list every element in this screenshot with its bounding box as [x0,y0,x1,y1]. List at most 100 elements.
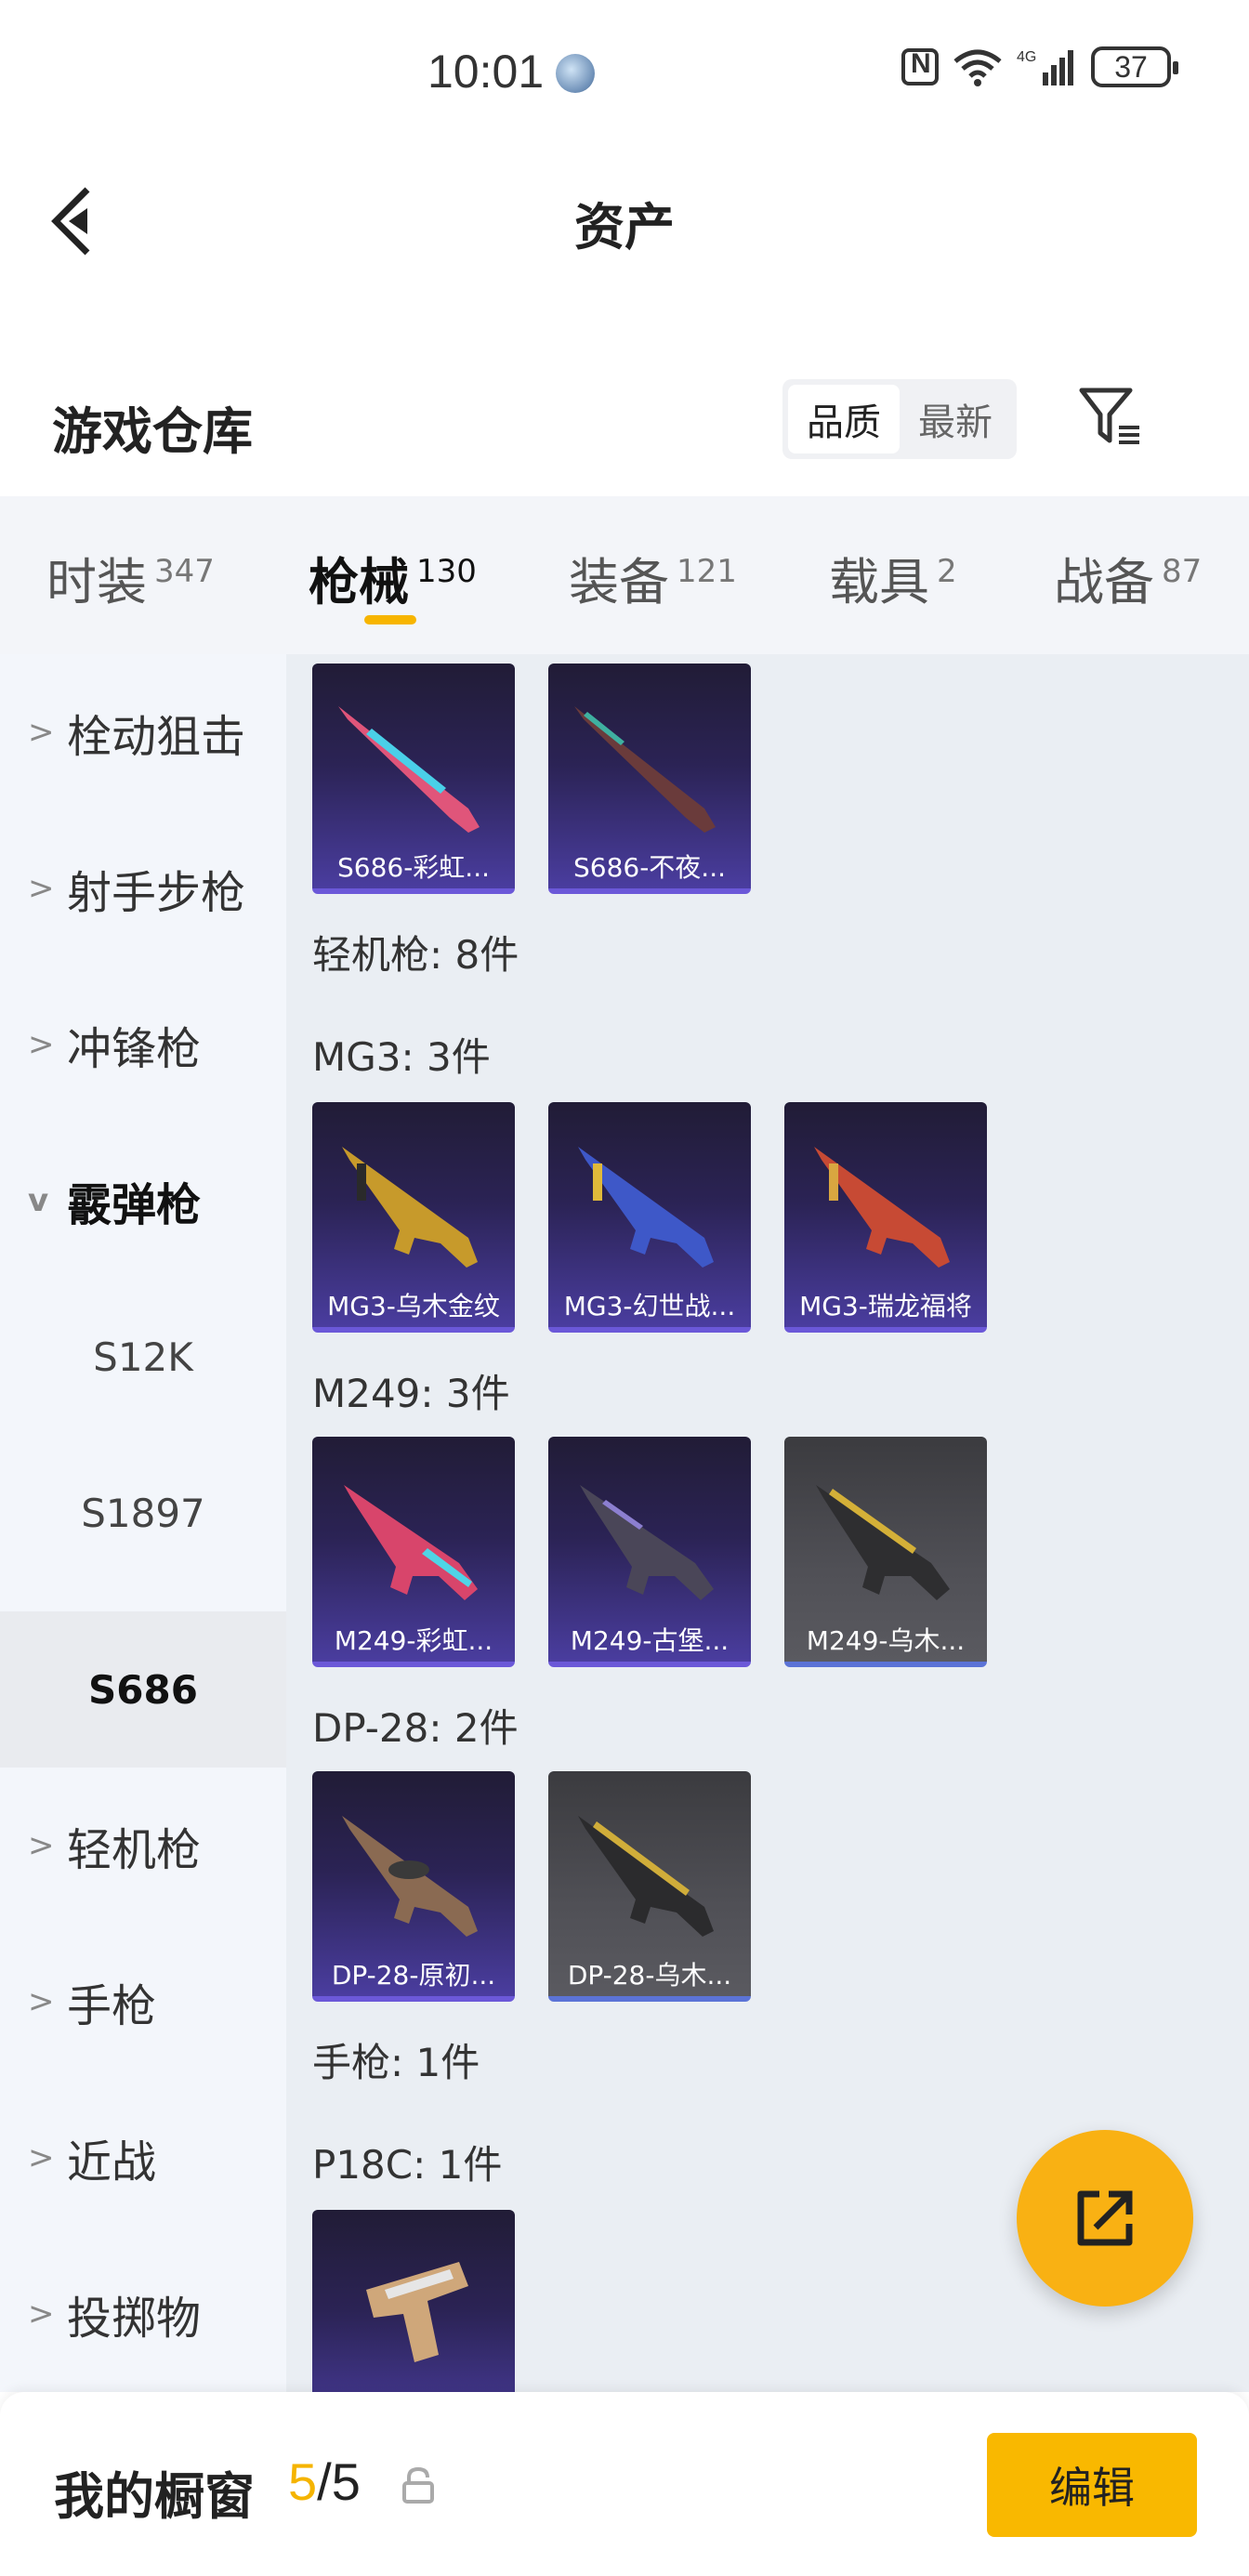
battery-icon: 37 [1091,46,1178,87]
weapon-card[interactable]: MG3-瑞龙福将 [784,1102,987,1333]
rifle-icon [580,1485,714,1600]
tab-count: 121 [677,553,737,590]
weapon-card-label: MG3-瑞龙福将 [799,1291,972,1321]
sidebar-item-bolt-action[interactable]: > 栓动狙击 [0,654,286,810]
group-label-mg3: MG3: 3件 [312,1034,491,1080]
tab-count: 130 [416,553,477,590]
group-label-dp28: DP-28: 2件 [312,1705,519,1751]
sidebar-item-label: 霰弹枪 [67,1179,202,1231]
tab-count: 2 [937,553,957,590]
sidebar-item-shotgun[interactable]: v 霰弹枪 [0,1123,286,1279]
network-type-label: 4G [1017,49,1036,65]
sidebar-item-label: 投掷物 [67,2293,202,2345]
wifi-icon [953,49,1002,86]
tab-label: 战备 [1054,553,1154,611]
tab-firearms[interactable]: 枪械 130 [309,541,477,614]
tab-supplies[interactable]: 战备 87 [1054,541,1202,614]
sidebar-item-pistol[interactable]: > 手枪 [0,1924,286,2080]
weapon-category-sidebar: > 栓动狙击 > 射手步枪 > 冲锋枪 v 霰弹枪 S12K S1897 S686 > 轻… [0,654,286,2392]
sidebar-item-throwables[interactable]: > 投掷物 [0,2236,286,2392]
tab-count: 87 [1162,553,1203,590]
weapon-card-label: M249-乌木... [806,1625,966,1656]
sidebar-item-label: 冲锋枪 [67,1023,202,1075]
showcase-label: 我的橱窗 [54,2467,255,2526]
share-floating-button[interactable] [1017,2130,1193,2307]
machine-gun-icon [342,1147,478,1268]
sidebar-subitem-s1897[interactable]: S1897 [0,1435,286,1591]
page-title: 资产 [574,198,675,256]
group-label-m249: M249: 3件 [312,1371,510,1416]
chevron-right-icon: > [28,1827,55,1864]
rifle-icon [344,1485,478,1600]
sidebar-item-marksman[interactable]: > 射手步枪 [0,810,286,966]
chevron-down-icon: v [28,1182,49,1219]
sidebar-subitem-s12k[interactable]: S12K [0,1279,286,1435]
lock-icon [402,2466,434,2504]
chevron-right-icon: > [28,870,55,907]
warehouse-title: 游戏仓库 [52,402,253,461]
nfc-icon [901,48,939,85]
weapon-card-label: M249-彩虹... [334,1625,493,1656]
sort-latest-button[interactable]: 最新 [900,385,1011,453]
sidebar-item-melee[interactable]: > 近战 [0,2080,286,2236]
tab-equipment[interactable]: 装备 121 [569,541,737,614]
weapon-card-label: MG3-乌木金纹 [327,1291,500,1321]
notification-avatar-icon [556,54,595,93]
machine-gun-icon [578,1147,714,1268]
sidebar-subitem-s686[interactable]: S686 [0,1611,286,1768]
chevron-right-icon: > [28,2139,55,2176]
tab-label: 枪械 [309,553,409,611]
share-external-icon [1077,2190,1133,2246]
weapon-card-label: S686-彩虹... [336,852,491,883]
signal-4g-icon: 4G [1017,49,1073,85]
sidebar-item-label: 手枪 [67,1980,157,2032]
shotgun-icon [338,706,480,833]
sidebar-item-smg[interactable]: > 冲锋枪 [0,966,286,1123]
machine-gun-icon [578,1816,714,1937]
sidebar-item-label: 栓动狙击 [67,711,246,763]
weapon-card-label: DP-28-乌木... [567,1960,732,1991]
showcase-total-count: /5 [317,2452,361,2511]
weapon-card[interactable]: MG3-幻世战... [548,1102,751,1333]
weapon-card-label: S686-不夜... [572,852,727,883]
weapon-card[interactable]: MG3-乌木金纹 [312,1102,515,1333]
weapon-card[interactable]: DP-28-乌木... [548,1771,751,2002]
status-icons: 4G 37 [901,46,1178,87]
machine-gun-icon [342,1816,478,1937]
sort-quality-button[interactable]: 品质 [788,385,900,453]
machine-gun-icon [814,1147,950,1268]
weapon-card[interactable]: S686-彩虹... [312,664,515,894]
weapon-card[interactable]: M249-古堡... [548,1437,751,1667]
weapon-card[interactable] [312,2210,515,2392]
chevron-right-icon: > [28,2295,55,2333]
tab-vehicles[interactable]: 载具 2 [829,541,957,614]
tab-label: 载具 [829,553,929,611]
status-bar: 10:01 4G 37 [0,0,1249,139]
weapon-card-label: DP-28-原初... [331,1960,496,1991]
active-tab-indicator [364,615,416,624]
showcase-used-count: 5 [288,2452,318,2511]
sidebar-item-label: 轻机枪 [67,1824,202,1876]
tab-label: 装备 [569,553,669,611]
edit-button[interactable]: 编辑 [987,2433,1197,2537]
weapon-card[interactable]: M249-乌木... [784,1437,987,1667]
showcase-count: 5/5 [288,2451,361,2512]
weapon-card[interactable]: S686-不夜... [548,664,751,894]
tab-fashion[interactable]: 时装 347 [46,541,215,614]
pistol-icon [366,2262,468,2362]
shotgun-icon [574,706,716,833]
weapon-card[interactable]: M249-彩虹... [312,1437,515,1667]
tab-label: 时装 [46,553,147,611]
category-tabs: 时装 347 枪械 130 装备 121 载具 2 战备 87 [0,496,1249,654]
weapon-card-label: M249-古堡... [570,1625,730,1656]
sidebar-item-label: 近战 [67,2136,157,2188]
weapon-card-label: MG3-幻世战... [563,1291,736,1321]
chevron-right-icon: > [28,1026,55,1063]
rifle-icon [816,1485,950,1600]
sort-toggle: 品质 最新 [782,379,1017,459]
sidebar-item-lmg[interactable]: > 轻机枪 [0,1768,286,1924]
group-label-pistol: 手枪: 1件 [312,2040,480,2085]
showcase-bar: 我的橱窗 5/5 编辑 [0,2392,1249,2576]
weapon-card[interactable]: DP-28-原初... [312,1771,515,2002]
filter-icon[interactable] [1078,385,1143,450]
